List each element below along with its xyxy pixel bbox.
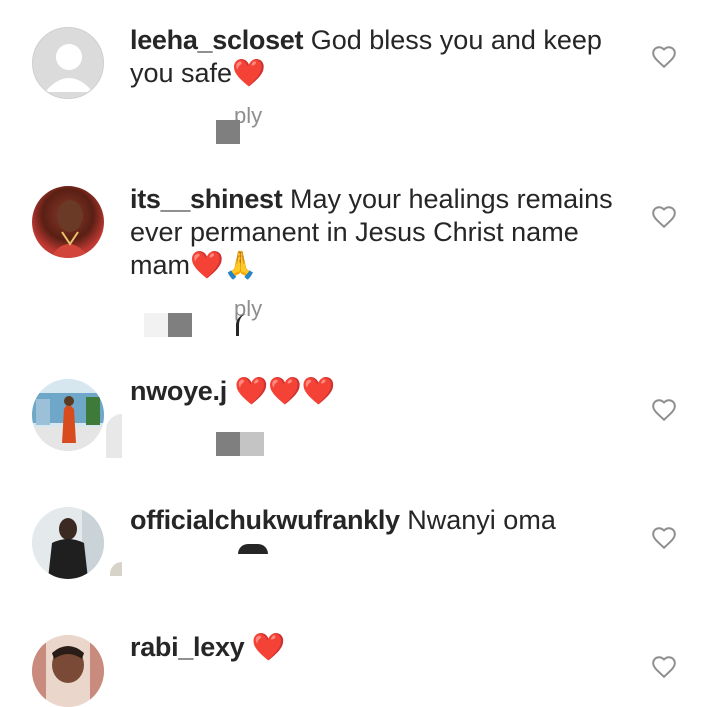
profile-photo-icon: [32, 635, 104, 707]
comment-text: rabi_lexy ❤️: [130, 631, 630, 664]
comment-username[interactable]: rabi_lexy: [130, 632, 245, 662]
comment-item: rabi_lexy ❤️: [0, 0, 720, 707]
comment-emoji: ❤️: [251, 632, 286, 662]
avatar[interactable]: [32, 635, 104, 707]
heart-outline-icon[interactable]: [651, 654, 677, 680]
